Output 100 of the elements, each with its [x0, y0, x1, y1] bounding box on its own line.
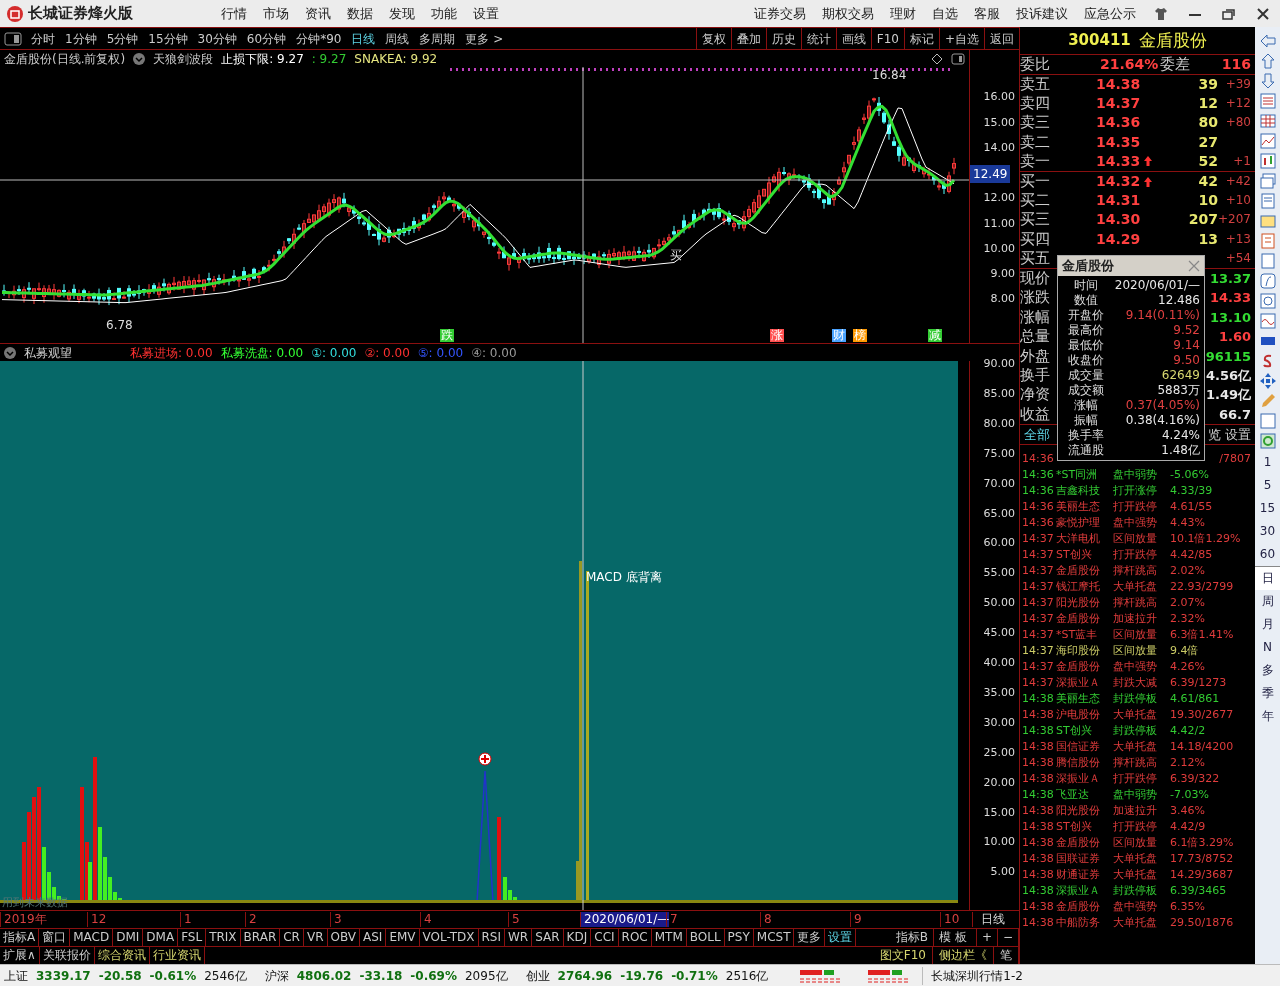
chart-toolbar-button[interactable]: 标记	[903, 28, 939, 49]
period-button[interactable]: 5	[1255, 474, 1280, 497]
close-icon[interactable]	[1256, 6, 1270, 21]
chart-toolbar-button[interactable]: +自选	[938, 28, 984, 49]
indicator-tab[interactable]: KDJ	[563, 929, 592, 946]
menu-item[interactable]: 自选	[924, 3, 966, 24]
chart-toolbar-button[interactable]: 复权	[695, 28, 731, 49]
event-row[interactable]: 14:38 腾信股份 撑杆跳高 2.12%	[1022, 755, 1255, 771]
dropdown-icon[interactable]	[4, 346, 16, 359]
event-row[interactable]: 14:38 阳光股份 加速拉升 3.46%	[1022, 803, 1255, 819]
period-label[interactable]: 日线	[972, 912, 1005, 927]
event-row[interactable]: 14:37 钱江摩托 大单托盘 22.93/2799	[1022, 579, 1255, 595]
period-button[interactable]: 年	[1255, 705, 1280, 728]
restore-icon[interactable]	[1222, 6, 1236, 21]
indicator-tab[interactable]: +	[976, 929, 998, 946]
shirt-icon[interactable]	[1154, 6, 1168, 21]
indicator-tab[interactable]: 窗口	[39, 929, 71, 946]
period-tab[interactable]: 日线	[346, 29, 381, 48]
period-button[interactable]: 多	[1255, 659, 1280, 682]
line-chart-icon[interactable]	[1258, 132, 1277, 150]
period-tab[interactable]: 15分钟	[143, 29, 193, 48]
period-tab[interactable]: 分时	[26, 29, 60, 48]
event-row[interactable]: 14:38 沪电股份 大单托盘 19.30/2677	[1022, 707, 1255, 723]
indicator-tab[interactable]: 指标B	[890, 929, 934, 946]
event-row[interactable]: 14:38 金盾股份 区间放量 6.1倍3.29%	[1022, 835, 1255, 851]
chart-toolbar-button[interactable]: 返回	[984, 28, 1019, 49]
move-icon[interactable]	[1258, 372, 1277, 390]
event-row[interactable]: 14:36 吉鑫科技 打开涨停 4.33/39	[1022, 483, 1255, 499]
event-row[interactable]: 14:37 金盾股份 撑杆跳高 2.02%	[1022, 563, 1255, 579]
event-row[interactable]: 14:38 中船防务 大单托盘 29.50/1876	[1022, 915, 1255, 931]
refresh-icon[interactable]	[1258, 432, 1277, 450]
indicator-tab[interactable]: DMI	[113, 929, 144, 946]
period-tab[interactable]: 60分钟	[241, 29, 292, 48]
event-row[interactable]: 14:37 ST创兴 打开跌停 4.42/85	[1022, 547, 1255, 563]
indicator-tab[interactable]: BRAR	[240, 929, 281, 946]
indicator-tab[interactable]: 模板	[933, 929, 977, 946]
chart-toolbar-button[interactable]: 叠加	[730, 28, 766, 49]
event-row[interactable]: 14:37 大洋电机 区间放量 10.1倍1.29%	[1022, 531, 1255, 547]
event-row[interactable]: 14:38 国信证券 大单托盘 14.18/4200	[1022, 739, 1255, 755]
event-row[interactable]: 14:38 国联证券 大单托盘 17.73/8752	[1022, 851, 1255, 867]
menu-item[interactable]: 应急公示	[1076, 3, 1144, 24]
indicator-tab[interactable]: CCI	[591, 929, 619, 946]
panel-tab[interactable]: 设置	[1225, 424, 1255, 445]
menu-item[interactable]: 设置	[465, 3, 507, 24]
event-row[interactable]: 14:37 金盾股份 加速拉升 2.32%	[1022, 611, 1255, 627]
panel-tab[interactable]: 全部	[1020, 424, 1050, 445]
indicator-tab[interactable]: VOL-TDX	[419, 929, 479, 946]
event-row[interactable]: 14:38 ST创兴 封跌停板 4.42/2	[1022, 723, 1255, 739]
indicator-tab[interactable]: 指标A	[0, 929, 40, 946]
indicator-tab[interactable]: ROC	[618, 929, 652, 946]
period-button[interactable]: 月	[1255, 613, 1280, 636]
period-tab[interactable]: 1分钟	[60, 29, 102, 48]
indicator-tab[interactable]: DMA	[143, 929, 179, 946]
event-row[interactable]: 14:38 ST创兴 打开跌停 4.42/9	[1022, 819, 1255, 835]
menu-item[interactable]: 理财	[882, 3, 924, 24]
event-row[interactable]: 14:36 美丽生态 打开跌停 4.61/55	[1022, 499, 1255, 515]
panel-toggle-icon[interactable]	[4, 31, 22, 46]
event-row[interactable]: 14:36 豪悦护理 盘中强势 4.43%	[1022, 515, 1255, 531]
indicator-tab[interactable]: −	[997, 929, 1019, 946]
indicator-tab[interactable]: FSL	[178, 929, 207, 946]
menu-item[interactable]: 发现	[381, 3, 423, 24]
event-row[interactable]: 14:38 美丽生态 封跌停板 4.61/861	[1022, 691, 1255, 707]
function-icon[interactable]	[1258, 272, 1277, 290]
period-button[interactable]: 1	[1255, 451, 1280, 474]
period-button[interactable]: N	[1255, 636, 1280, 659]
period-button[interactable]: 季	[1255, 682, 1280, 705]
indicator-tab[interactable]: VR	[303, 929, 328, 946]
chart-toolbar-button[interactable]: F10	[870, 28, 904, 49]
indicator-tab[interactable]: OBV	[327, 929, 361, 946]
indicator-tab[interactable]: MACD	[70, 929, 114, 946]
period-button[interactable]: 周	[1255, 590, 1280, 613]
menu-item[interactable]: 期权交易	[814, 3, 882, 24]
menu-item[interactable]: 功能	[423, 3, 465, 24]
indicator-tab[interactable]: PSY	[724, 929, 754, 946]
period-tab[interactable]: 周线	[380, 29, 415, 48]
event-row[interactable]: 14:37 金盾股份 盘中强势 4.26%	[1022, 659, 1255, 675]
panel-toggle-icon[interactable]	[951, 52, 966, 65]
indicator-tab[interactable]: BOLL	[686, 929, 725, 946]
period-tab[interactable]: 更多 >	[460, 29, 509, 48]
indicator-tab[interactable]: TRIX	[206, 929, 241, 946]
period-tab[interactable]: 分钟*90	[291, 29, 347, 48]
indicator-tab[interactable]: 更多	[794, 929, 826, 946]
indicator-tab[interactable]: CR	[280, 929, 304, 946]
dropdown-icon[interactable]	[133, 52, 146, 65]
left-arrow-icon[interactable]	[1258, 32, 1277, 50]
indicator-tab[interactable]: WR	[505, 929, 533, 946]
wave-icon[interactable]	[1258, 312, 1277, 330]
windows-icon[interactable]	[1258, 172, 1277, 190]
menu-item[interactable]: 数据	[339, 3, 381, 24]
diamond-icon[interactable]	[931, 52, 944, 65]
period-button[interactable]: 30	[1255, 520, 1280, 543]
indicator-tab[interactable]: RSI	[478, 929, 505, 946]
menu-item[interactable]: 证券交易	[746, 3, 814, 24]
event-row[interactable]: 14:38 深振业Ａ 封跌停板 6.39/3465	[1022, 883, 1255, 899]
event-row[interactable]: 14:37 阳光股份 撑杆跳高 2.07%	[1022, 595, 1255, 611]
event-row[interactable]: 14:37 *ST蓝丰 区间放量 6.3倍1.41%	[1022, 627, 1255, 643]
indicator-tab[interactable]: 设置	[825, 929, 857, 946]
period-button[interactable]: 15	[1255, 497, 1280, 520]
period-button[interactable]: 60	[1255, 543, 1280, 566]
period-button[interactable]: 日	[1255, 566, 1280, 590]
